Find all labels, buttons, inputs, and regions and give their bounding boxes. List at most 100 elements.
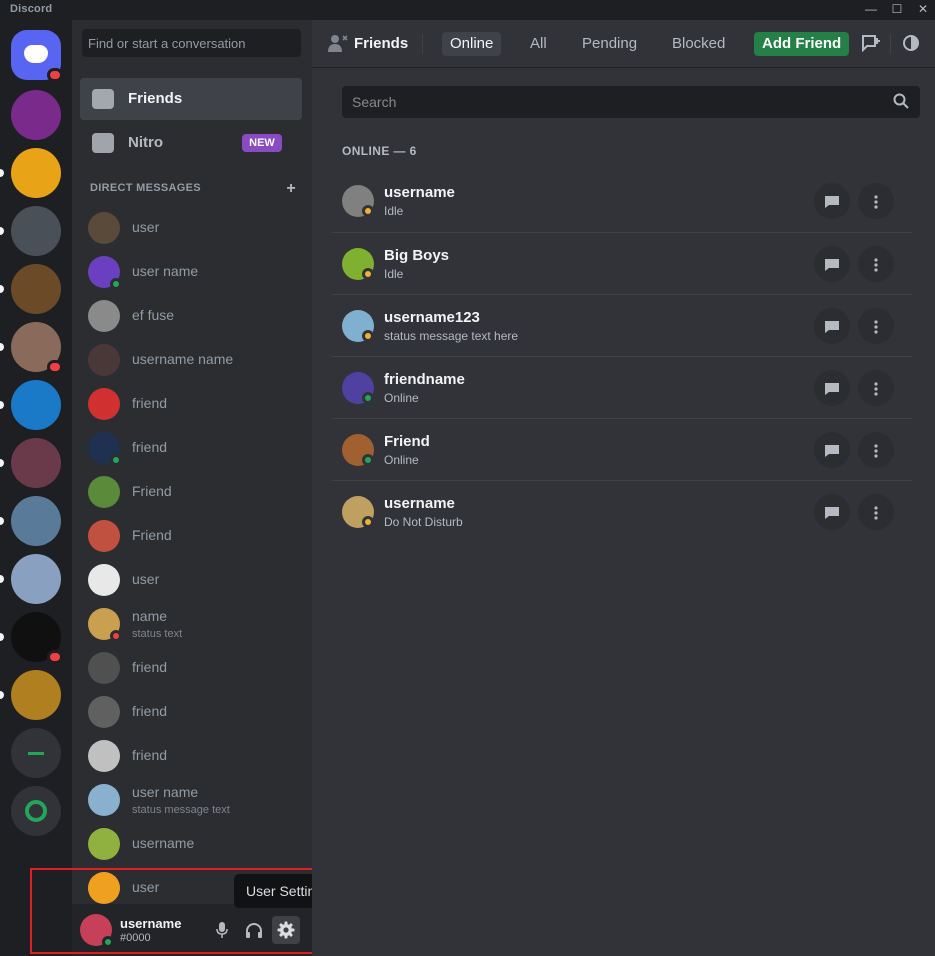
- dm-name: friend: [132, 439, 168, 455]
- add-server-button[interactable]: [11, 728, 61, 778]
- unread-pill: [0, 401, 4, 409]
- mute-microphone-button[interactable]: [208, 916, 236, 944]
- friend-status-text: Online: [384, 453, 419, 467]
- new-group-dm-icon[interactable]: [860, 34, 882, 54]
- server-icon[interactable]: [11, 380, 61, 430]
- dm-name: friend: [132, 659, 168, 675]
- server-icon[interactable]: [11, 322, 63, 374]
- more-options-button[interactable]: [858, 183, 894, 219]
- message-button[interactable]: [814, 246, 850, 282]
- dm-item[interactable]: user: [80, 558, 302, 602]
- explore-servers-button[interactable]: [11, 786, 61, 836]
- unread-pill: [0, 633, 4, 641]
- unread-pill: [0, 169, 4, 177]
- tab-add-friend[interactable]: Add Friend: [754, 32, 850, 56]
- user-status-indicator: [102, 936, 114, 948]
- server-icon[interactable]: [11, 90, 61, 140]
- more-options-button[interactable]: [858, 246, 894, 282]
- server-list: [0, 20, 72, 956]
- dm-item[interactable]: name status text: [80, 602, 302, 646]
- chat-bubble-icon: [825, 445, 839, 458]
- friend-row[interactable]: Friend Online: [332, 418, 912, 480]
- server-icon[interactable]: [11, 264, 61, 314]
- friend-row[interactable]: friendname Online: [332, 356, 912, 418]
- dm-item[interactable]: user name status message text: [80, 778, 302, 822]
- message-button[interactable]: [814, 183, 850, 219]
- nav-label: Friends: [128, 90, 183, 107]
- create-dm-button[interactable]: +: [286, 180, 296, 198]
- dm-item[interactable]: username: [80, 822, 302, 866]
- close-button[interactable]: ✕: [911, 0, 935, 20]
- friend-status-text: Do Not Disturb: [384, 515, 463, 529]
- microphone-icon: [216, 921, 228, 938]
- status-indicator: [362, 516, 374, 528]
- dm-item[interactable]: Friend: [80, 514, 302, 558]
- dm-item[interactable]: friend: [80, 382, 302, 426]
- server-icon[interactable]: [11, 148, 61, 198]
- tab-blocked[interactable]: Blocked: [664, 32, 733, 56]
- home-button[interactable]: [11, 30, 63, 82]
- dm-item[interactable]: user: [80, 206, 302, 250]
- user-panel: username #0000: [72, 904, 312, 956]
- avatar: [88, 784, 120, 816]
- friend-row[interactable]: Big Boys Idle: [332, 232, 912, 294]
- dm-status-text: status message text: [132, 804, 230, 816]
- message-button[interactable]: [814, 494, 850, 530]
- dm-item[interactable]: friend: [80, 690, 302, 734]
- friend-row[interactable]: username123 status message text here: [332, 294, 912, 356]
- dm-item[interactable]: user name: [80, 250, 302, 294]
- minimize-button[interactable]: —: [859, 0, 883, 20]
- maximize-button[interactable]: ☐: [885, 0, 909, 20]
- more-options-button[interactable]: [858, 494, 894, 530]
- more-vertical-icon: [874, 258, 878, 272]
- server-icon[interactable]: [11, 554, 61, 604]
- more-options-button[interactable]: [858, 370, 894, 406]
- nitro-nav-item[interactable]: Nitro NEW: [80, 122, 302, 164]
- friends-topbar: Friends Online All Pending Blocked Add F…: [312, 20, 935, 68]
- friend-search-input[interactable]: [342, 86, 882, 118]
- mention-badge: [47, 68, 63, 82]
- message-button[interactable]: [814, 370, 850, 406]
- dm-item[interactable]: ef fuse: [80, 294, 302, 338]
- find-conversation-button[interactable]: Find or start a conversation: [82, 29, 301, 57]
- server-icon[interactable]: [11, 612, 63, 664]
- friend-name: username: [384, 495, 455, 512]
- more-options-button[interactable]: [858, 308, 894, 344]
- user-tag: #0000: [120, 932, 151, 944]
- dm-name: name: [132, 608, 168, 624]
- dm-item[interactable]: friend: [80, 646, 302, 690]
- user-settings-button[interactable]: [272, 916, 300, 944]
- friends-main: Friends Online All Pending Blocked Add F…: [312, 20, 935, 956]
- friend-name: Big Boys: [384, 247, 450, 264]
- message-button[interactable]: [814, 308, 850, 344]
- avatar: [88, 740, 120, 772]
- server-icon[interactable]: [11, 670, 61, 720]
- dm-name: Friend: [132, 527, 172, 543]
- chat-bubble-icon: [825, 196, 839, 209]
- friend-status-text: Online: [384, 391, 419, 405]
- server-icon[interactable]: [11, 438, 61, 488]
- dm-item[interactable]: username name: [80, 338, 302, 382]
- tab-pending[interactable]: Pending: [574, 32, 645, 56]
- dm-item[interactable]: friend: [80, 734, 302, 778]
- message-button[interactable]: [814, 432, 850, 468]
- friend-row[interactable]: username Idle: [332, 170, 912, 232]
- dm-name: username name: [132, 351, 234, 367]
- user-name[interactable]: username: [120, 916, 181, 931]
- server-icon[interactable]: [11, 496, 61, 546]
- inbox-icon[interactable]: [900, 34, 922, 54]
- friends-nav-item[interactable]: Friends: [80, 78, 302, 120]
- dm-name: user name: [132, 263, 199, 279]
- avatar: [88, 564, 120, 596]
- dm-name: friend: [132, 395, 168, 411]
- avatar: [88, 388, 120, 420]
- deafen-button[interactable]: [240, 916, 268, 944]
- dm-item[interactable]: friend: [80, 426, 302, 470]
- more-options-button[interactable]: [858, 432, 894, 468]
- tab-online[interactable]: Online: [442, 32, 502, 56]
- dm-item[interactable]: Friend: [80, 470, 302, 514]
- tab-all[interactable]: All: [522, 32, 555, 56]
- avatar: [88, 300, 120, 332]
- server-icon[interactable]: [11, 206, 61, 256]
- friend-row[interactable]: username Do Not Disturb: [332, 480, 912, 542]
